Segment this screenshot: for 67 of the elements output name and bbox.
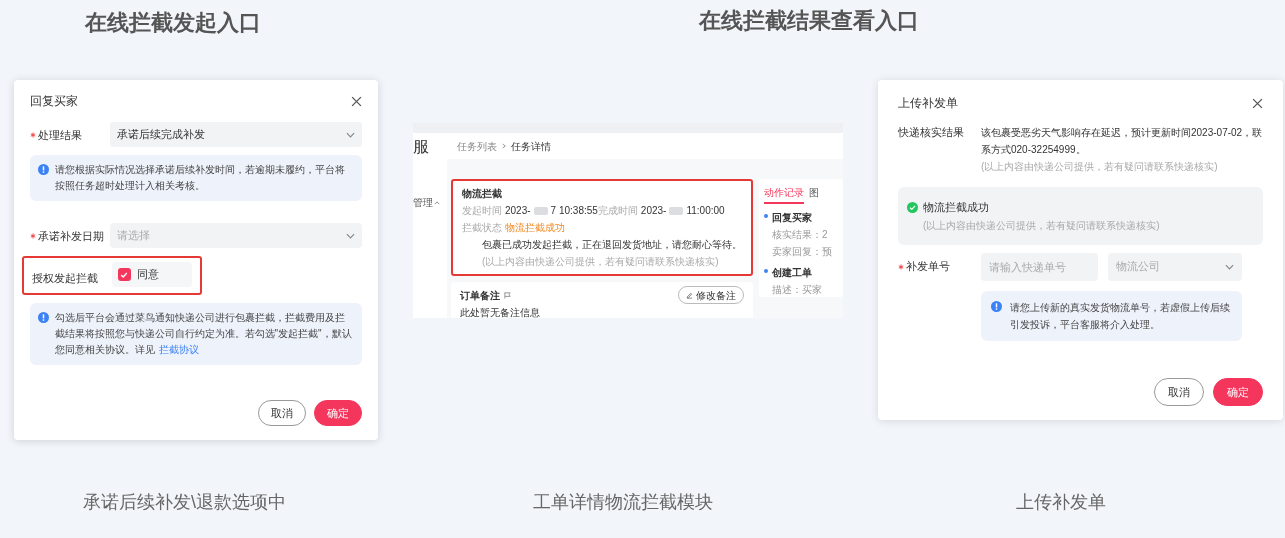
event-title: 创建工单 bbox=[772, 266, 813, 280]
check-icon bbox=[120, 270, 128, 279]
tab[interactable]: 图 bbox=[809, 185, 819, 204]
tab[interactable]: 动作记录 bbox=[764, 185, 804, 204]
section-heading: 在线拦截结果查看入口 bbox=[699, 7, 919, 35]
date-text: 2023- bbox=[640, 204, 667, 218]
field-label: 处理结果 bbox=[37, 128, 82, 143]
result-title: 物流拦截成功 bbox=[923, 200, 989, 215]
caption: 承诺后续补发\退款选项中 bbox=[82, 491, 287, 514]
event-detail: 核实结果：2 bbox=[772, 228, 829, 242]
result-select[interactable]: 承诺后续完成补发 bbox=[109, 122, 362, 147]
notice-text: 请您上传新的真实发货物流单号，若虚假上传后续引发投诉，平台客服将介入处理。 bbox=[1010, 300, 1231, 332]
time-text: 11:00:00 bbox=[686, 204, 725, 218]
breadcrumb-item[interactable]: 任务列表 bbox=[457, 138, 497, 154]
chevron-right-icon bbox=[502, 143, 506, 149]
nav-item[interactable]: 管理 bbox=[413, 195, 433, 210]
note-text: (以上内容由快递公司提供，若有疑问请联系快递核实) bbox=[481, 255, 720, 269]
agree-checkbox[interactable]: 同意 bbox=[111, 262, 192, 287]
confirm-button[interactable]: 确定 bbox=[1213, 378, 1263, 406]
close-icon bbox=[350, 95, 362, 107]
tracking-number-field[interactable]: 请输入快递单号 bbox=[981, 252, 1098, 281]
field-label: 完成时间 bbox=[597, 204, 638, 218]
confirm-button[interactable]: 确定 bbox=[313, 400, 362, 426]
field-label: 授权发起拦截 bbox=[31, 272, 98, 284]
pencil-icon bbox=[686, 291, 693, 299]
field-label: 快递核实结果 bbox=[898, 125, 965, 140]
breadcrumb-item[interactable]: 任务详情 bbox=[511, 138, 551, 154]
event-detail: 描述：买家 bbox=[772, 283, 822, 297]
verify-text: 该包裹受恶劣天气影响存在延迟，预计更新时间2023-07-02，联系方式020-32254999。 bbox=[981, 126, 1263, 157]
caption: 工单详情物流拦截模块 bbox=[532, 491, 714, 514]
event-title: 回复买家 bbox=[772, 211, 813, 225]
status-text: 物流拦截成功 bbox=[505, 221, 565, 235]
date-text: 2023- bbox=[505, 204, 531, 218]
field-label: 拦截状态 bbox=[462, 221, 502, 235]
sidebar-title: 服 bbox=[413, 137, 430, 157]
timeline-dot-icon bbox=[764, 214, 768, 218]
timeline-dot-icon bbox=[764, 269, 768, 273]
redaction-block bbox=[669, 206, 684, 215]
time-text: 7 10:38:55 bbox=[550, 204, 598, 218]
message-text: 包裹已成功发起拦截，正在退回发货地址，请您耐心等待。 bbox=[481, 238, 742, 252]
chevron-down-icon bbox=[345, 131, 355, 138]
remark-text: 此处暂无备注信息 bbox=[460, 306, 541, 318]
chevron-down-icon bbox=[345, 232, 355, 239]
cancel-button[interactable]: 取消 bbox=[257, 400, 306, 426]
field-label: 补发单号 bbox=[906, 259, 950, 275]
chevron-up-icon bbox=[434, 200, 440, 205]
notice-text: 勾选后平台会通过菜鸟通知快递公司进行包裹拦截，拦截费用及拦截结果将按照您与快递公司自行约定为准。若勾选"发起拦截"，默认您同意相关协议。详见 拦截协议 bbox=[54, 311, 353, 357]
note-text: (以上内容由快递公司提供，若有疑问请联系快递核实) bbox=[981, 160, 1219, 174]
notice-text: 请您根据实际情况选择承诺后续补发时间，若逾期未履约，平台将按照任务超时处理计入相关考核。 bbox=[54, 163, 346, 193]
dialog-title: 上传补发单 bbox=[898, 95, 958, 112]
card-title: 订单备注 bbox=[460, 288, 500, 303]
close-icon bbox=[1252, 97, 1263, 109]
card-title: 物流拦截 bbox=[462, 187, 503, 201]
cancel-button[interactable]: 取消 bbox=[1154, 378, 1204, 406]
info-icon bbox=[37, 312, 49, 323]
dialog-title: 回复买家 bbox=[29, 93, 78, 110]
redaction-block bbox=[533, 206, 548, 215]
flag-icon bbox=[504, 291, 511, 299]
event-detail: 卖家回复：预 bbox=[772, 245, 832, 259]
caption: 上传补发单 bbox=[1015, 491, 1107, 514]
info-icon bbox=[37, 164, 49, 175]
field-label: 承诺补发日期 bbox=[37, 229, 104, 244]
field-label: 发起时间 bbox=[462, 204, 502, 218]
info-icon bbox=[991, 300, 1002, 312]
chevron-down-icon bbox=[1225, 263, 1234, 270]
success-check-icon bbox=[907, 201, 918, 213]
section-heading: 在线拦截发起入口 bbox=[84, 9, 262, 37]
